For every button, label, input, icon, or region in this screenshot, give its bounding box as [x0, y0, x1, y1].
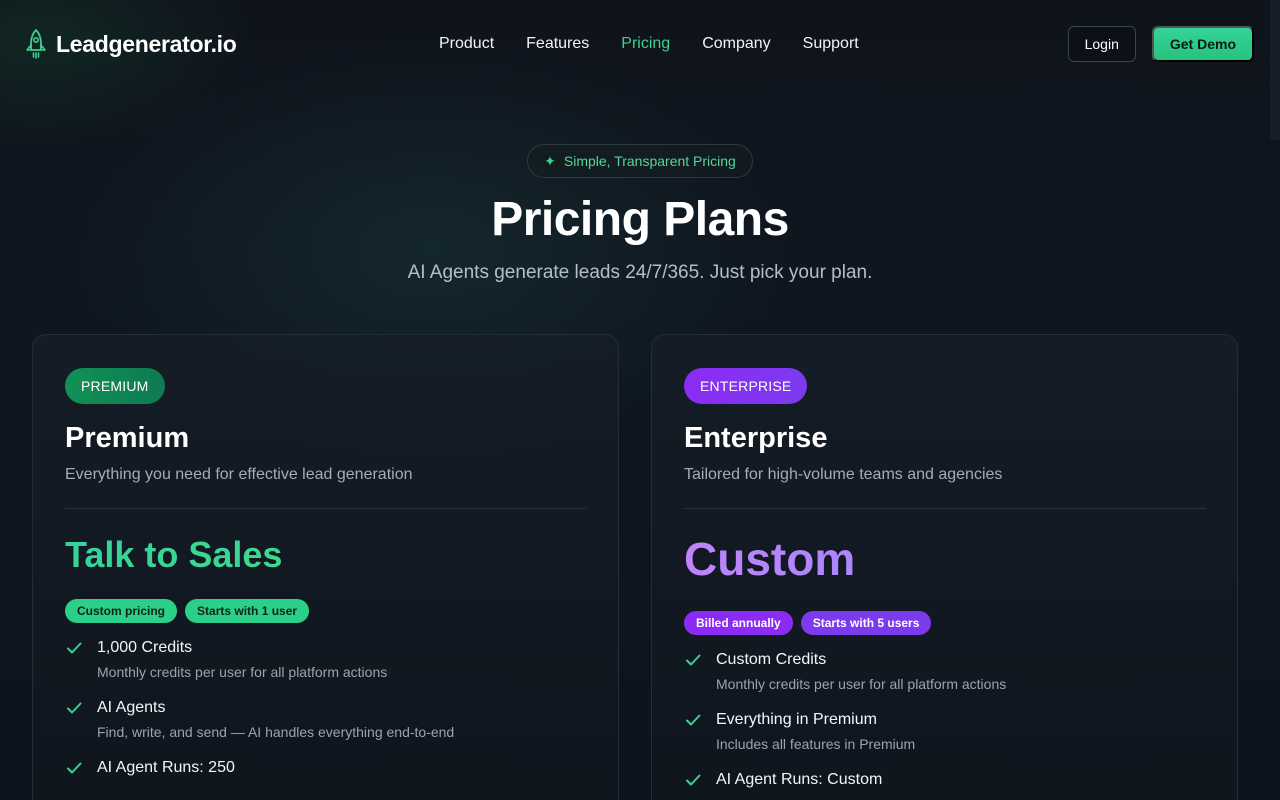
- main-nav: Product Features Pricing Company Support: [439, 0, 859, 88]
- enterprise-badge: ENTERPRISE: [684, 368, 808, 404]
- plan-chips: Custom pricing Starts with 1 user: [65, 599, 586, 623]
- plan-description: Tailored for high-volume teams and agenc…: [684, 466, 1003, 483]
- feature-title: AI Agent Runs: 250: [97, 759, 235, 776]
- feature-list: Custom Credits Monthly credits per user …: [684, 649, 1205, 791]
- brand-name: Leadgenerator.io: [56, 30, 237, 57]
- list-item: Custom Credits Monthly credits per user …: [684, 649, 1205, 693]
- nav-item-product[interactable]: Product: [439, 35, 494, 53]
- brand[interactable]: Leadgenerator.io: [24, 28, 237, 60]
- feature-title: Everything in Premium: [716, 711, 877, 728]
- premium-plan-card: PREMIUM Premium Everything you need for …: [32, 334, 619, 800]
- check-icon: [67, 702, 82, 714]
- nav-item-pricing[interactable]: Pricing: [621, 35, 670, 53]
- scrollbar[interactable]: [1270, 0, 1280, 140]
- nav-item-features[interactable]: Features: [526, 35, 589, 53]
- rocket-icon: [24, 28, 48, 60]
- divider: [684, 508, 1206, 509]
- hero: ✦ Simple, Transparent Pricing Pricing Pl…: [0, 144, 1280, 284]
- check-icon: [686, 654, 701, 666]
- feature-title: Custom Credits: [716, 651, 827, 668]
- chip-starts-with: Starts with 5 users: [800, 611, 932, 635]
- pill-label: Simple, Transparent Pricing: [563, 153, 736, 169]
- list-item: Everything in Premium Includes all featu…: [684, 709, 1205, 753]
- plan-description: Everything you need for effective lead g…: [65, 466, 413, 483]
- feature-title: 1,000 Credits: [97, 639, 193, 656]
- pricing-pill: ✦ Simple, Transparent Pricing: [527, 144, 753, 178]
- feature-subtitle: Find, write, and send — AI handles every…: [97, 724, 455, 740]
- get-demo-button[interactable]: Get Demo: [1151, 26, 1254, 62]
- page-subtitle: AI Agents generate leads 24/7/365. Just …: [407, 262, 873, 283]
- plan-price: Talk to Sales: [65, 535, 586, 575]
- plan-chips: Billed annually Starts with 5 users: [684, 611, 1205, 635]
- list-item: AI Agents Find, write, and send — AI han…: [65, 697, 586, 741]
- page-title: Pricing Plans: [491, 193, 789, 246]
- feature-subtitle: Monthly credits per user for all platfor…: [716, 676, 1007, 692]
- sparkle-icon: ✦: [544, 152, 556, 169]
- list-item: AI Agent Runs: 250: [65, 757, 586, 779]
- header-actions: Login Get Demo: [1067, 26, 1254, 62]
- check-icon: [67, 762, 82, 774]
- list-item: 1,000 Credits Monthly credits per user f…: [65, 637, 586, 681]
- enterprise-plan-card: ENTERPRISE Enterprise Tailored for high-…: [651, 334, 1238, 800]
- premium-badge: PREMIUM: [65, 368, 165, 404]
- feature-title: AI Agent Runs: Custom: [716, 771, 883, 788]
- nav-item-support[interactable]: Support: [803, 35, 859, 53]
- chip-custom-pricing: Custom pricing: [65, 599, 178, 623]
- check-icon: [686, 774, 701, 786]
- plan-price: Custom: [684, 533, 1205, 585]
- chip-billed-annually: Billed annually: [684, 611, 793, 635]
- site-header: Leadgenerator.io Product Features Pricin…: [0, 0, 1280, 88]
- chip-starts-with: Starts with 1 user: [185, 599, 310, 623]
- divider: [65, 508, 587, 509]
- nav-item-company[interactable]: Company: [702, 35, 770, 53]
- list-item: AI Agent Runs: Custom: [684, 769, 1205, 791]
- feature-subtitle: Includes all features in Premium: [716, 736, 916, 752]
- plan-name: Premium: [65, 422, 190, 454]
- feature-title: AI Agents: [97, 699, 166, 716]
- check-icon: [67, 642, 82, 654]
- feature-subtitle: Monthly credits per user for all platfor…: [97, 664, 388, 680]
- plan-name: Enterprise: [684, 422, 828, 454]
- feature-list: 1,000 Credits Monthly credits per user f…: [65, 637, 586, 779]
- login-button[interactable]: Login: [1067, 26, 1136, 62]
- check-icon: [686, 714, 701, 726]
